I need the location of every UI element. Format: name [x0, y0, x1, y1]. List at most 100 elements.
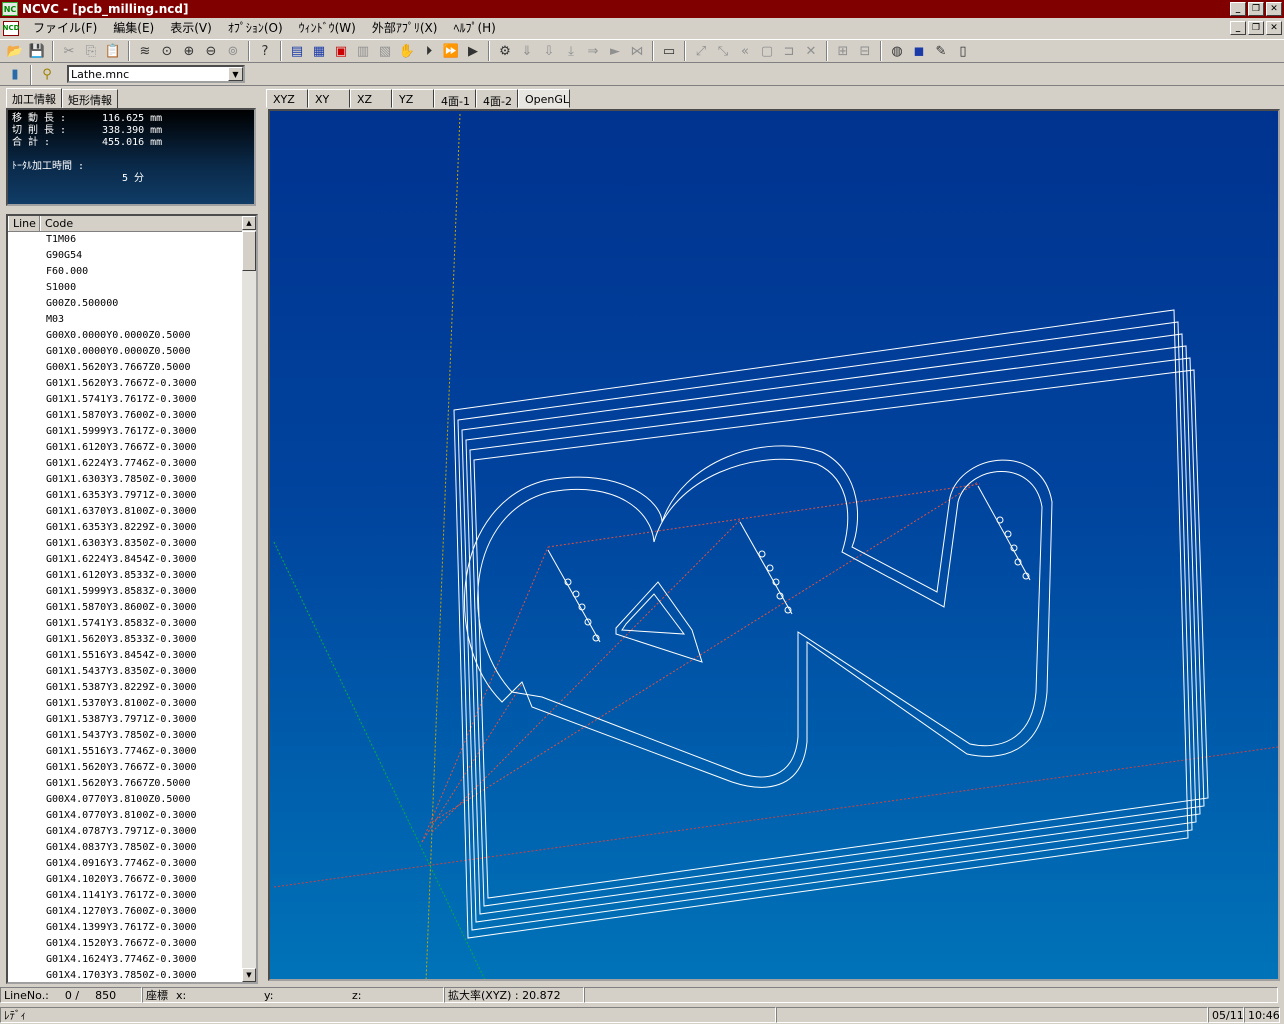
fast-play-icon[interactable]: ⏩: [440, 41, 462, 61]
app-icon[interactable]: NC: [2, 2, 18, 16]
code-row[interactable]: G01X4.1703Y3.7850Z-0.3000: [8, 968, 244, 982]
code-row[interactable]: G01X4.0916Y3.7746Z-0.3000: [8, 856, 244, 872]
code-row[interactable]: T1M06: [8, 232, 244, 248]
code-row[interactable]: G01X4.1624Y3.7746Z-0.3000: [8, 952, 244, 968]
code-row[interactable]: G90G54: [8, 248, 244, 264]
play-icon[interactable]: ▶: [462, 41, 484, 61]
tab-xy[interactable]: XY: [308, 89, 350, 108]
code-row[interactable]: G01X1.5516Y3.7746Z-0.3000: [8, 744, 244, 760]
corner-icon[interactable]: ⤡: [712, 41, 734, 61]
cut-icon[interactable]: ✂: [58, 41, 80, 61]
double-left-icon[interactable]: «: [734, 41, 756, 61]
tool-f-icon[interactable]: ⋈: [626, 41, 648, 61]
bracket-icon[interactable]: ⊐: [778, 41, 800, 61]
trace-step-icon[interactable]: ▧: [374, 41, 396, 61]
code-row[interactable]: G01X1.5741Y3.7617Z-0.3000: [8, 392, 244, 408]
tool-e-icon[interactable]: ►: [604, 41, 626, 61]
mdi-minimize-icon[interactable]: _: [1230, 21, 1246, 35]
restore-icon[interactable]: ❐: [1248, 2, 1264, 16]
save-icon[interactable]: 💾: [26, 41, 48, 61]
trace-run-icon[interactable]: ▦: [308, 41, 330, 61]
machine-icon[interactable]: ⚲: [36, 65, 58, 85]
code-row[interactable]: G01X4.1520Y3.7667Z-0.3000: [8, 936, 244, 952]
scroll-down-icon[interactable]: ▼: [242, 968, 256, 982]
menu-options[interactable]: ｵﾌﾟｼｮﾝ(O): [220, 19, 291, 37]
opengl-viewport[interactable]: [268, 109, 1280, 981]
pen-icon[interactable]: ✎: [930, 41, 952, 61]
menu-window[interactable]: ｳｨﾝﾄﾞｳ(W): [291, 19, 364, 37]
trace-list-icon[interactable]: ▤: [286, 41, 308, 61]
zoom-out-icon[interactable]: ⊖: [200, 41, 222, 61]
code-row[interactable]: S1000: [8, 280, 244, 296]
tab-opengl[interactable]: OpenGL: [518, 89, 570, 108]
scroll-thumb[interactable]: [242, 231, 256, 271]
column-line[interactable]: Line: [8, 216, 40, 231]
code-row[interactable]: G01X1.5999Y3.7617Z-0.3000: [8, 424, 244, 440]
mdi-close-icon[interactable]: ✕: [1266, 21, 1282, 35]
expand-icon[interactable]: ⤢: [690, 41, 712, 61]
code-row[interactable]: G01X4.1141Y3.7617Z-0.3000: [8, 888, 244, 904]
document-icon[interactable]: NCD: [3, 20, 19, 36]
jw-icon[interactable]: ◼: [908, 41, 930, 61]
tab-xyz[interactable]: XYZ: [266, 89, 308, 108]
code-row[interactable]: M03: [8, 312, 244, 328]
tab-rect-info[interactable]: 矩形情報: [62, 89, 118, 109]
tab-machining-info[interactable]: 加工情報: [6, 88, 62, 108]
menu-external-apps[interactable]: 外部ｱﾌﾟﾘ(X): [364, 19, 446, 37]
code-row[interactable]: G01X4.1020Y3.7667Z-0.3000: [8, 872, 244, 888]
chevron-down-icon[interactable]: ▼: [228, 67, 243, 81]
code-row[interactable]: G01X1.5370Y3.8100Z-0.3000: [8, 696, 244, 712]
menu-view[interactable]: 表示(V): [162, 19, 220, 37]
code-row[interactable]: G01X4.0770Y3.8100Z-0.3000: [8, 808, 244, 824]
code-row[interactable]: G01X1.5620Y3.7667Z-0.3000: [8, 760, 244, 776]
code-row[interactable]: G01X0.0000Y0.0000Z0.5000: [8, 344, 244, 360]
machine-file-select[interactable]: Lathe.mnc ▼: [67, 65, 245, 83]
tool-a-icon[interactable]: ⇓: [516, 41, 538, 61]
tab-4view-1[interactable]: 4面-1: [434, 89, 476, 108]
code-row[interactable]: G01X1.5620Y3.7667Z-0.3000: [8, 376, 244, 392]
code-row[interactable]: G01X1.5437Y3.7850Z-0.3000: [8, 728, 244, 744]
grid-icon[interactable]: ⊞: [832, 41, 854, 61]
menu-file[interactable]: ファイル(F): [25, 19, 105, 37]
mdi-restore-icon[interactable]: ❐: [1248, 21, 1264, 35]
notebook-icon[interactable]: ▮: [4, 65, 26, 85]
step-forward-icon[interactable]: ⏵: [418, 41, 440, 61]
tool-c-icon[interactable]: ⤓: [560, 41, 582, 61]
code-row[interactable]: G01X1.6120Y3.8533Z-0.3000: [8, 568, 244, 584]
close-icon[interactable]: ✕: [1266, 2, 1282, 16]
code-row[interactable]: G01X1.5620Y3.7667Z0.5000: [8, 776, 244, 792]
config-icon[interactable]: ⊟: [854, 41, 876, 61]
code-row[interactable]: G01X4.1270Y3.7600Z-0.3000: [8, 904, 244, 920]
code-row[interactable]: G01X1.6353Y3.7971Z-0.3000: [8, 488, 244, 504]
code-row[interactable]: G01X1.6303Y3.8350Z-0.3000: [8, 536, 244, 552]
trace-pause-icon[interactable]: ▥: [352, 41, 374, 61]
scroll-up-icon[interactable]: ▲: [242, 216, 256, 230]
delete-icon[interactable]: ✕: [800, 41, 822, 61]
code-row[interactable]: G01X1.6224Y3.7746Z-0.3000: [8, 456, 244, 472]
code-row[interactable]: G01X1.6353Y3.8229Z-0.3000: [8, 520, 244, 536]
tool-b-icon[interactable]: ⇩: [538, 41, 560, 61]
code-row[interactable]: G01X1.5516Y3.8454Z-0.3000: [8, 648, 244, 664]
code-list-scrollbar[interactable]: ▲ ▼: [242, 216, 256, 982]
layers-icon[interactable]: ≋: [134, 41, 156, 61]
properties-icon[interactable]: ⚙: [494, 41, 516, 61]
code-row[interactable]: G01X1.5870Y3.8600Z-0.3000: [8, 600, 244, 616]
paste-icon[interactable]: 📋: [102, 41, 124, 61]
screen-icon[interactable]: ▭: [658, 41, 680, 61]
help-icon[interactable]: ?: [254, 41, 276, 61]
code-row[interactable]: G01X1.5387Y3.7971Z-0.3000: [8, 712, 244, 728]
code-row[interactable]: G01X1.5620Y3.8533Z-0.3000: [8, 632, 244, 648]
code-row[interactable]: G00X0.0000Y0.0000Z0.5000: [8, 328, 244, 344]
code-row[interactable]: G00X4.0770Y3.8100Z0.5000: [8, 792, 244, 808]
code-row[interactable]: G01X4.0787Y3.7971Z-0.3000: [8, 824, 244, 840]
code-row[interactable]: G01X4.0837Y3.7850Z-0.3000: [8, 840, 244, 856]
menu-help[interactable]: ﾍﾙﾌﾟ(H): [445, 19, 503, 37]
code-row[interactable]: G01X1.6120Y3.7667Z-0.3000: [8, 440, 244, 456]
code-row[interactable]: G00X1.5620Y3.7667Z0.5000: [8, 360, 244, 376]
tab-yz[interactable]: YZ: [392, 89, 434, 108]
open-folder-icon[interactable]: 📂: [4, 41, 26, 61]
column-code[interactable]: Code: [40, 216, 244, 231]
minimize-icon[interactable]: _: [1230, 2, 1246, 16]
code-row[interactable]: G01X1.5741Y3.8583Z-0.3000: [8, 616, 244, 632]
file-icon[interactable]: ▯: [952, 41, 974, 61]
